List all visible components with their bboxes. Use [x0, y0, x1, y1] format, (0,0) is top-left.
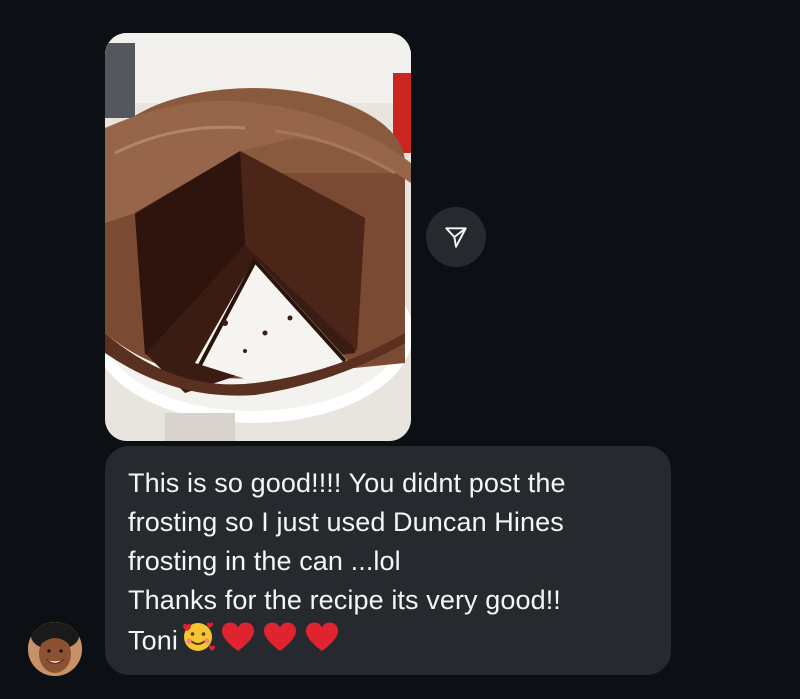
red-heart-icon — [260, 620, 300, 665]
message-line-4: Thanks for the recipe its very good!! — [128, 585, 561, 615]
message-line-1: This is so good!!!! You didnt post the — [128, 468, 566, 498]
message-bubble[interactable]: This is so good!!!! You didnt post the f… — [105, 446, 671, 675]
cake-image — [105, 33, 411, 441]
red-heart-icon — [302, 620, 342, 665]
signature-text: Toni — [128, 625, 178, 656]
share-button[interactable] — [426, 207, 486, 267]
paper-plane-icon — [445, 227, 467, 248]
message-line-5: Toni — [128, 620, 649, 665]
shared-photo[interactable] — [105, 33, 411, 441]
sender-avatar[interactable] — [28, 622, 82, 676]
red-heart-icon — [218, 620, 258, 665]
avatar-image — [28, 622, 82, 676]
message-line-2: frosting so I just used Duncan Hines — [128, 507, 564, 537]
message-line-3: frosting in the can ...lol — [128, 546, 401, 576]
smiling-face-with-hearts-icon — [180, 620, 216, 665]
